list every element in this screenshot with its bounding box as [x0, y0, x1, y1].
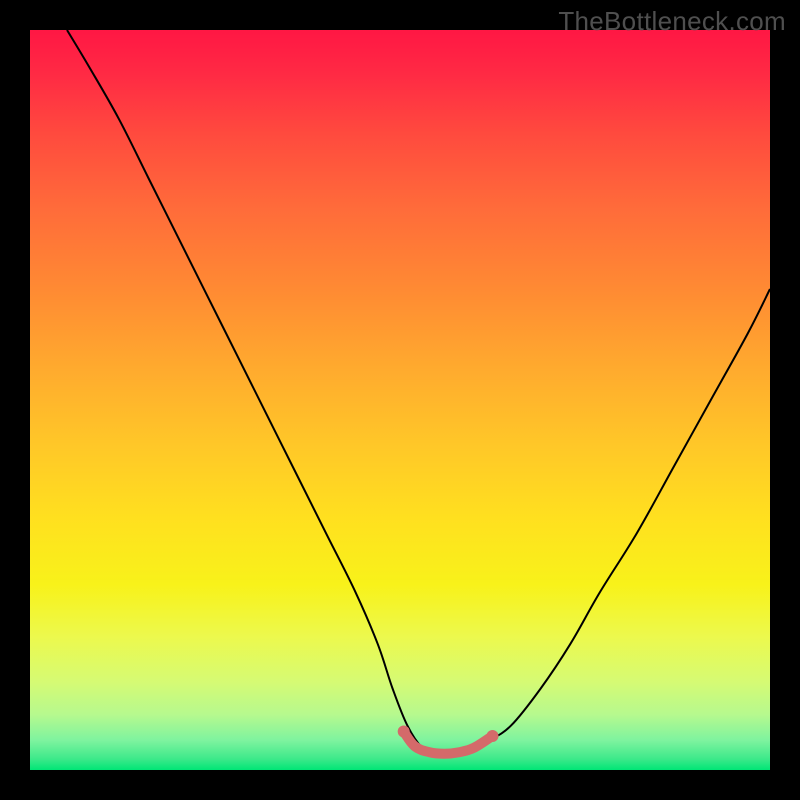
plot-area — [30, 30, 770, 770]
gradient-background — [30, 30, 770, 770]
plot-svg — [30, 30, 770, 770]
highlight-endpoint-left — [398, 726, 410, 738]
highlight-endpoint-right — [487, 730, 499, 742]
watermark-text: TheBottleneck.com — [558, 6, 786, 37]
chart-frame: TheBottleneck.com — [0, 0, 800, 800]
